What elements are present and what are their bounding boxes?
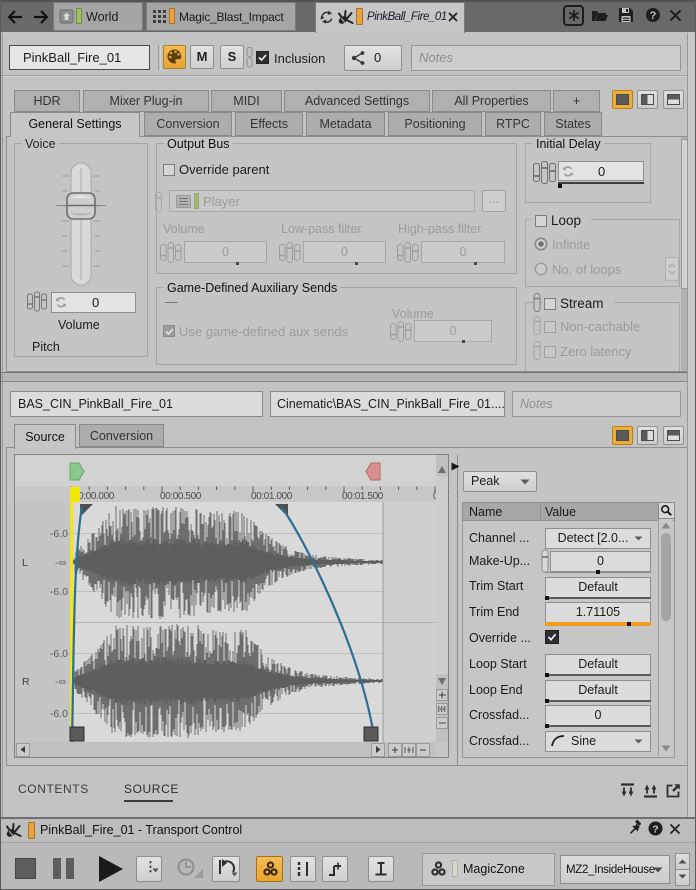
svg-text:L: L bbox=[22, 557, 28, 569]
svg-text:-6.0: -6.0 bbox=[50, 586, 68, 598]
svg-text:?: ? bbox=[652, 824, 658, 836]
svg-text:-6.0: -6.0 bbox=[50, 528, 68, 540]
svg-text:-6.0: -6.0 bbox=[50, 708, 68, 720]
svg-text:R: R bbox=[22, 676, 30, 688]
svg-text:00:01.500: 00:01.500 bbox=[342, 491, 384, 502]
svg-text:?: ? bbox=[650, 10, 657, 22]
svg-text:-∞: -∞ bbox=[55, 676, 66, 688]
svg-text:-∞: -∞ bbox=[55, 557, 66, 569]
svg-text:-6.0: -6.0 bbox=[50, 648, 68, 660]
svg-text:00:01.000: 00:01.000 bbox=[251, 491, 293, 502]
svg-text:00:00.500: 00:00.500 bbox=[160, 491, 202, 502]
